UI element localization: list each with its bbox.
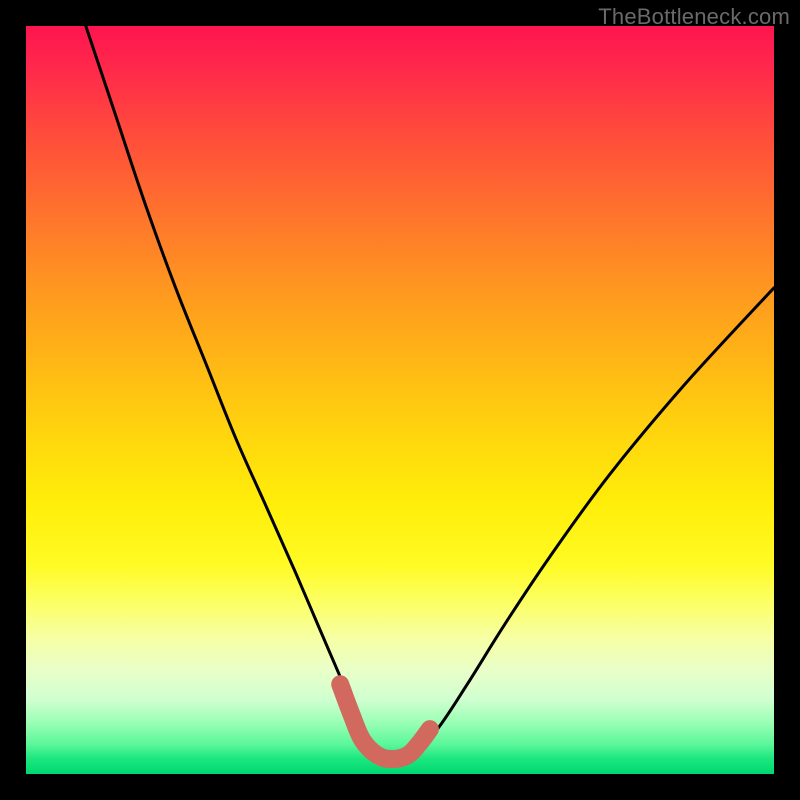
curve-layer: [26, 26, 774, 774]
chart-frame: TheBottleneck.com: [0, 0, 800, 800]
min-band: [340, 684, 430, 759]
plot-area: [26, 26, 774, 774]
min-region-markers: [340, 684, 430, 759]
watermark-text: TheBottleneck.com: [598, 4, 790, 30]
plot-inner: [26, 26, 774, 774]
bottleneck-curve: [86, 26, 774, 761]
